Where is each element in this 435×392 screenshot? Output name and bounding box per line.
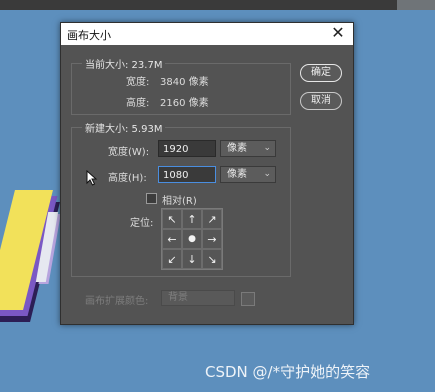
anchor-top-left[interactable]: ↖ <box>162 209 182 229</box>
current-size-legend: 当前大小: 23.7M <box>82 56 166 71</box>
watermark-text: CSDN @/*守护她的笑容 <box>205 363 371 381</box>
canvas-size-dialog: 画布大小 ✕ 当前大小: 23.7M 宽度: 3840 像素 高度: 2160 … <box>60 22 354 325</box>
anchor-left[interactable]: ← <box>162 229 182 249</box>
width-input[interactable]: 1920 <box>158 140 216 157</box>
extension-color-label: 画布扩展颜色: <box>85 296 149 307</box>
chevron-down-icon: ⌄ <box>263 143 271 153</box>
current-width-value: 3840 像素 <box>160 77 209 88</box>
anchor-right[interactable]: → <box>202 229 222 249</box>
extension-color-select[interactable]: 背景 <box>161 290 235 306</box>
app-top-bar <box>0 0 435 10</box>
height-input[interactable]: 1080 <box>158 166 216 183</box>
current-size-group: 当前大小: 23.7M 宽度: 3840 像素 高度: 2160 像素 <box>71 56 291 115</box>
anchor-top-right[interactable]: ↗ <box>202 209 222 229</box>
dialog-titlebar: 画布大小 ✕ <box>61 23 353 45</box>
ok-button[interactable]: 确定 <box>300 64 342 82</box>
cancel-button[interactable]: 取消 <box>300 92 342 110</box>
anchor-top[interactable]: ↑ <box>182 209 202 229</box>
new-height-label: 高度(H): <box>108 173 147 184</box>
current-height-value: 2160 像素 <box>160 98 209 109</box>
new-size-legend: 新建大小: 5.93M <box>82 120 166 135</box>
height-unit-select[interactable]: 像素 ⌄ <box>220 166 276 183</box>
current-height-label: 高度: <box>126 98 150 109</box>
close-icon[interactable]: ✕ <box>329 24 347 42</box>
anchor-center[interactable]: ● <box>182 229 202 249</box>
relative-checkbox[interactable] <box>146 193 157 204</box>
relative-label[interactable]: 相对(R) <box>162 192 197 207</box>
mouse-cursor-icon <box>86 170 98 186</box>
chevron-down-icon: ⌄ <box>263 169 271 179</box>
anchor-grid[interactable]: ↖ ↑ ↗ ← ● → ↙ ↓ ↘ <box>161 208 223 270</box>
top-bar-accent <box>397 0 435 10</box>
width-unit-select[interactable]: 像素 ⌄ <box>220 140 276 157</box>
new-width-label: 宽度(W): <box>108 147 150 158</box>
extension-color-swatch[interactable] <box>241 292 255 306</box>
height-unit-value: 像素 <box>227 169 247 180</box>
anchor-label: 定位: <box>130 218 154 229</box>
dialog-title: 画布大小 <box>67 29 111 42</box>
width-unit-value: 像素 <box>227 143 247 154</box>
anchor-bottom-left[interactable]: ↙ <box>162 249 182 269</box>
anchor-bottom-right[interactable]: ↘ <box>202 249 222 269</box>
anchor-bottom[interactable]: ↓ <box>182 249 202 269</box>
current-width-label: 宽度: <box>126 77 150 88</box>
